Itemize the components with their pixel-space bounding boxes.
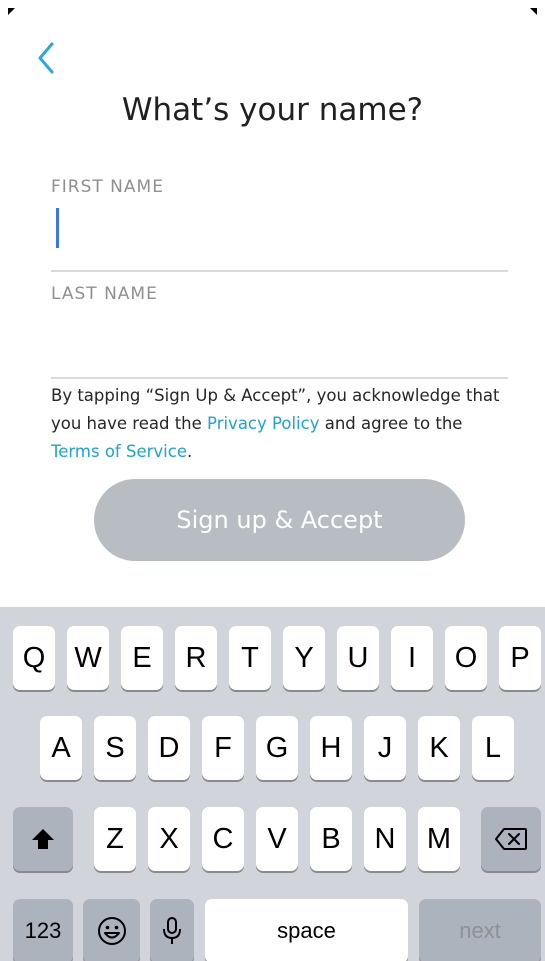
microphone-icon — [163, 917, 181, 944]
key-j[interactable]: J — [364, 716, 406, 780]
shift-key[interactable] — [13, 807, 73, 871]
keyboard: Q W E R T Y U I O P A S D F G H J K L Z … — [0, 607, 545, 961]
page-title: What’s your name? — [121, 92, 424, 128]
emoji-icon — [97, 917, 126, 945]
legal-notice: By tapping “Sign Up & Accept”, you ackno… — [51, 382, 513, 466]
key-k[interactable]: K — [418, 716, 460, 780]
delete-icon — [495, 828, 527, 850]
back-button[interactable] — [30, 38, 66, 78]
first-name-field[interactable]: FIRST NAME — [51, 177, 508, 272]
legal-text-3: . — [186, 442, 193, 461]
first-name-underline — [51, 270, 508, 272]
key-r[interactable]: R — [175, 626, 217, 690]
last-name-underline — [51, 377, 508, 379]
key-h[interactable]: H — [310, 716, 352, 780]
chevron-left-icon — [38, 42, 54, 74]
key-x[interactable]: X — [148, 807, 190, 871]
key-y[interactable]: Y — [283, 626, 325, 690]
key-u[interactable]: U — [337, 626, 379, 690]
shift-icon — [32, 829, 54, 849]
last-name-field[interactable]: LAST NAME — [51, 284, 508, 379]
first-name-label: FIRST NAME — [51, 177, 164, 197]
emoji-key[interactable] — [83, 899, 140, 961]
key-z[interactable]: Z — [94, 807, 136, 871]
key-b[interactable]: B — [310, 807, 352, 871]
key-a[interactable]: A — [40, 716, 82, 780]
key-f[interactable]: F — [202, 716, 244, 780]
key-c[interactable]: C — [202, 807, 244, 871]
key-p[interactable]: P — [499, 626, 541, 690]
screen-corner-top-right — [530, 8, 537, 15]
key-d[interactable]: D — [148, 716, 190, 780]
first-name-input[interactable] — [51, 210, 508, 254]
dictation-key[interactable] — [150, 899, 194, 961]
key-t[interactable]: T — [229, 626, 271, 690]
screen-corner-top-left — [8, 8, 15, 15]
key-m[interactable]: M — [418, 807, 460, 871]
space-key[interactable]: space — [205, 899, 408, 961]
sign-up-accept-button[interactable]: Sign up & Accept — [94, 479, 465, 561]
key-l[interactable]: L — [472, 716, 514, 780]
numbers-key[interactable]: 123 — [13, 899, 73, 961]
last-name-input[interactable] — [51, 317, 508, 361]
key-g[interactable]: G — [256, 716, 298, 780]
text-caret — [56, 208, 59, 248]
delete-key[interactable] — [481, 807, 541, 871]
last-name-label: LAST NAME — [51, 284, 158, 304]
key-n[interactable]: N — [364, 807, 406, 871]
key-w[interactable]: W — [67, 626, 109, 690]
key-v[interactable]: V — [256, 807, 298, 871]
key-o[interactable]: O — [445, 626, 487, 690]
key-q[interactable]: Q — [13, 626, 55, 690]
next-key[interactable]: next — [419, 899, 541, 961]
terms-of-service-link[interactable]: Terms of Service — [51, 442, 187, 461]
key-e[interactable]: E — [121, 626, 163, 690]
legal-text-2: and agree to the — [319, 414, 463, 433]
privacy-policy-link[interactable]: Privacy Policy — [207, 414, 319, 433]
key-s[interactable]: S — [94, 716, 136, 780]
key-i[interactable]: I — [391, 626, 433, 690]
